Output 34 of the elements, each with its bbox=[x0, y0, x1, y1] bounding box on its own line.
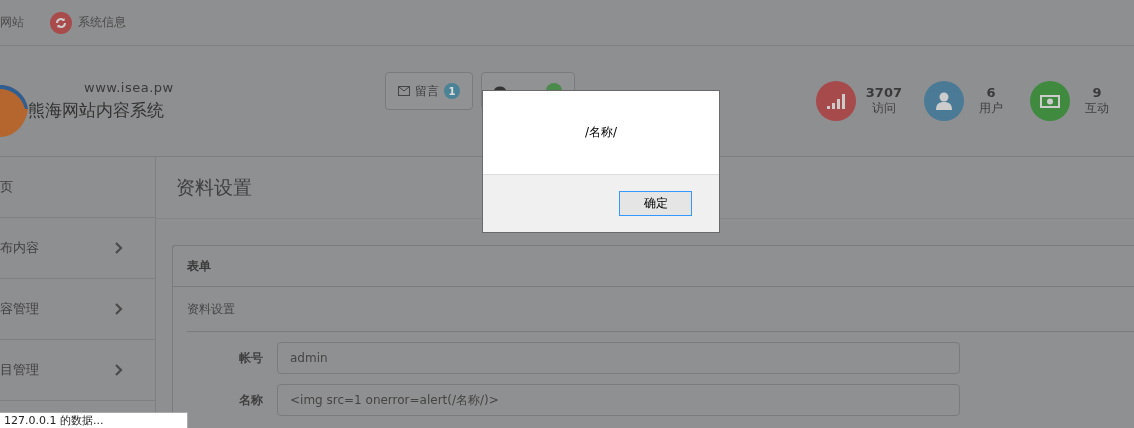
chevron-icon bbox=[115, 242, 123, 254]
refresh-icon bbox=[55, 16, 67, 29]
alert-message: /名称/ bbox=[584, 124, 618, 141]
user-icon bbox=[936, 92, 952, 110]
status-tooltip: 127.0.0.1 的数据... bbox=[0, 412, 188, 428]
section-title: 资料设置 bbox=[187, 287, 1134, 332]
nav-link[interactable]: 系统信息 bbox=[50, 11, 126, 34]
field-label: 名称 bbox=[238, 391, 264, 409]
signal-bars-icon bbox=[826, 93, 845, 109]
chevron-icon bbox=[115, 303, 123, 315]
sidebar-item[interactable]: 页 bbox=[0, 157, 155, 218]
site-name: 熊海网站内容系统 bbox=[28, 99, 165, 122]
nav-link[interactable]: 网站 bbox=[0, 14, 24, 31]
text-field[interactable]: admin bbox=[277, 342, 960, 374]
text-field[interactable]: <img src=1 onerror=alert(/名称/)> bbox=[277, 384, 960, 416]
banknote-icon bbox=[1040, 94, 1060, 108]
sidebar-item[interactable]: 目管理 bbox=[0, 340, 155, 401]
stat-value: 6 bbox=[986, 85, 996, 100]
sidebar-item[interactable]: 容管理 bbox=[0, 279, 155, 340]
stat-value: 3707 bbox=[865, 85, 902, 100]
page-title: 资料设置 bbox=[176, 174, 252, 200]
stat-label: 访问 bbox=[871, 100, 896, 117]
chevron-icon bbox=[115, 364, 123, 376]
stat-label: 用户 bbox=[979, 100, 1003, 117]
header-button[interactable]: 留言 1 bbox=[385, 72, 473, 110]
stat-value: 9 bbox=[1092, 85, 1102, 100]
site-url: www.isea.pw bbox=[84, 80, 174, 95]
envelope-icon bbox=[398, 86, 410, 96]
field-label: 帐号 bbox=[238, 349, 264, 367]
sidebar-item[interactable]: 布内容 bbox=[0, 218, 155, 279]
count-badge: 1 bbox=[444, 83, 460, 99]
stat-label: 互动 bbox=[1085, 100, 1109, 117]
panel-title: 表单 bbox=[173, 246, 1134, 287]
ok-button[interactable]: 确定 bbox=[619, 191, 692, 216]
